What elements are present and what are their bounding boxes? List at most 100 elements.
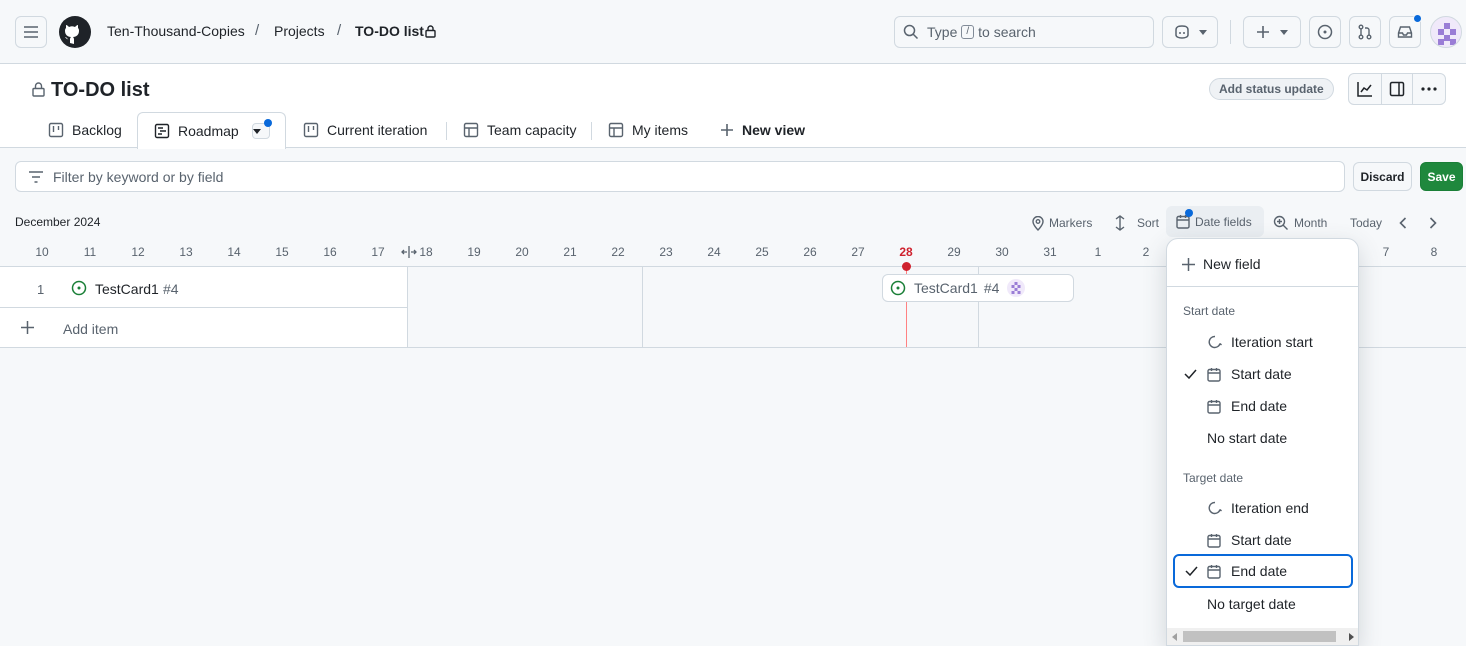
hamburger-icon <box>24 26 38 38</box>
side-panel-button[interactable] <box>1382 74 1414 104</box>
global-header: Ten-Thousand-Copies / Projects / TO-DO l… <box>0 0 1466 64</box>
github-logo-icon[interactable] <box>59 16 91 48</box>
scrollbar-thumb[interactable] <box>1183 631 1336 642</box>
tab-label: Current iteration <box>327 122 428 138</box>
tab-label: Team capacity <box>487 122 577 138</box>
iterations-icon <box>1207 500 1231 516</box>
table-icon <box>608 122 624 138</box>
unsaved-changes-dot <box>264 119 272 127</box>
tab-backlog[interactable]: Backlog <box>48 112 122 148</box>
timeline-day-label: 16 <box>323 245 337 259</box>
start-option-end-date[interactable]: End date <box>1173 390 1353 422</box>
previous-button[interactable] <box>1399 213 1412 233</box>
row-index: 1 <box>37 282 45 297</box>
option-label: Start date <box>1231 366 1292 382</box>
avatar[interactable] <box>1430 16 1462 48</box>
chevron-left-icon <box>1399 217 1407 229</box>
breadcrumb-project[interactable]: TO-DO list <box>355 23 424 39</box>
new-field-item[interactable]: New field <box>1173 248 1353 280</box>
discard-button[interactable]: Discard <box>1353 162 1412 191</box>
add-item-label: Add item <box>63 321 119 337</box>
issue-opened-icon <box>71 280 87 296</box>
target-option-end-date[interactable]: End date <box>1173 554 1353 588</box>
tab-roadmap[interactable]: Roadmap <box>137 112 286 149</box>
timeline-day-label: 17 <box>371 245 385 259</box>
board-icon <box>48 122 64 138</box>
plus-icon <box>1257 26 1269 38</box>
chevron-right-icon <box>1429 217 1437 229</box>
tab-my-items[interactable]: My items <box>608 112 688 148</box>
tab-team-capacity[interactable]: Team capacity <box>463 112 576 148</box>
item-number: #4 <box>163 281 179 297</box>
new-view-button[interactable]: New view <box>720 112 805 148</box>
search-shortcut-key: / <box>961 25 975 39</box>
target-option-iteration-end[interactable]: Iteration end <box>1173 492 1353 524</box>
breadcrumb-owner[interactable]: Ten-Thousand-Copies <box>107 23 245 39</box>
resize-handle-icon[interactable] <box>401 246 417 258</box>
insights-button[interactable] <box>1349 74 1382 104</box>
date-fields-menu: New field Start date Iteration start Sta… <box>1166 238 1359 646</box>
assignee-avatar-icon <box>1007 279 1026 297</box>
item-title[interactable]: TestCard1 <box>95 281 159 297</box>
iterations-icon <box>1207 334 1231 350</box>
filter-input[interactable]: Filter by keyword or by field <box>15 161 1345 192</box>
search-suffix: to search <box>978 24 1036 40</box>
new-field-label: New field <box>1203 256 1261 272</box>
copilot-button[interactable] <box>1162 16 1218 48</box>
markers-button[interactable]: Markers <box>1032 213 1092 233</box>
start-option-start-date[interactable]: Start date <box>1173 358 1353 390</box>
table-row[interactable]: 1 TestCard1 #4 <box>0 267 408 307</box>
scroll-right-icon[interactable] <box>1349 633 1354 641</box>
save-button[interactable]: Save <box>1420 162 1463 191</box>
timeline-day-label: 25 <box>755 245 769 259</box>
search-icon <box>903 24 919 40</box>
timeline-day-label: 15 <box>275 245 289 259</box>
timeline-day-label: 12 <box>131 245 145 259</box>
chevron-down-icon <box>1280 29 1288 35</box>
kebab-horizontal-icon <box>1421 87 1437 91</box>
more-options-button[interactable] <box>1413 74 1445 104</box>
target-option-none[interactable]: No target date <box>1173 588 1353 620</box>
timeline-day-label: 21 <box>563 245 577 259</box>
chevron-down-icon <box>1199 29 1207 35</box>
start-option-none[interactable]: No start date <box>1173 422 1353 454</box>
arrow-both-vertical-icon <box>1115 215 1125 231</box>
calendar-icon <box>1207 533 1231 548</box>
board-icon <box>303 122 319 138</box>
add-item-row[interactable]: Add item <box>0 308 408 347</box>
sort-button[interactable]: Sort <box>1114 213 1159 233</box>
start-option-iteration-start[interactable]: Iteration start <box>1173 326 1353 358</box>
breadcrumb-projects[interactable]: Projects <box>274 23 325 39</box>
pull-requests-button[interactable] <box>1349 16 1381 48</box>
timeline-day-label: 27 <box>851 245 865 259</box>
timeline-day-label: 31 <box>1043 245 1057 259</box>
timeline-day-label: 24 <box>707 245 721 259</box>
sidebar-icon <box>1389 81 1405 97</box>
add-status-update-button[interactable]: Add status update <box>1209 78 1334 100</box>
calendar-icon <box>1207 399 1231 414</box>
timeline-day-label: 30 <box>995 245 1009 259</box>
timeline-day-label: 20 <box>515 245 529 259</box>
today-button[interactable]: Today <box>1350 213 1382 233</box>
zoom-level-button[interactable]: Month <box>1273 213 1327 233</box>
check-icon <box>1173 369 1207 379</box>
option-label: Iteration start <box>1231 334 1313 350</box>
tab-current-iteration[interactable]: Current iteration <box>303 112 427 148</box>
menu-button[interactable] <box>15 16 47 48</box>
target-date-group-label: Target date <box>1183 471 1244 485</box>
date-fields-button[interactable]: Date fields <box>1166 206 1264 237</box>
timeline-day-label: 8 <box>1430 245 1438 259</box>
target-option-start-date[interactable]: Start date <box>1173 524 1353 556</box>
search-input[interactable]: Type / to search <box>894 16 1154 48</box>
roadmap-item-bar[interactable]: TestCard1 #4 <box>882 274 1074 302</box>
plus-icon <box>721 124 733 136</box>
menu-scrollbar[interactable] <box>1167 628 1358 645</box>
git-pull-request-icon <box>1358 24 1372 40</box>
next-button[interactable] <box>1429 213 1442 233</box>
bar-title: TestCard1 <box>914 280 978 296</box>
create-new-button[interactable] <box>1243 16 1301 48</box>
calendar-icon <box>1207 564 1231 579</box>
issues-button[interactable] <box>1309 16 1341 48</box>
scroll-left-icon[interactable] <box>1172 633 1177 641</box>
tab-label: Roadmap <box>178 123 239 139</box>
